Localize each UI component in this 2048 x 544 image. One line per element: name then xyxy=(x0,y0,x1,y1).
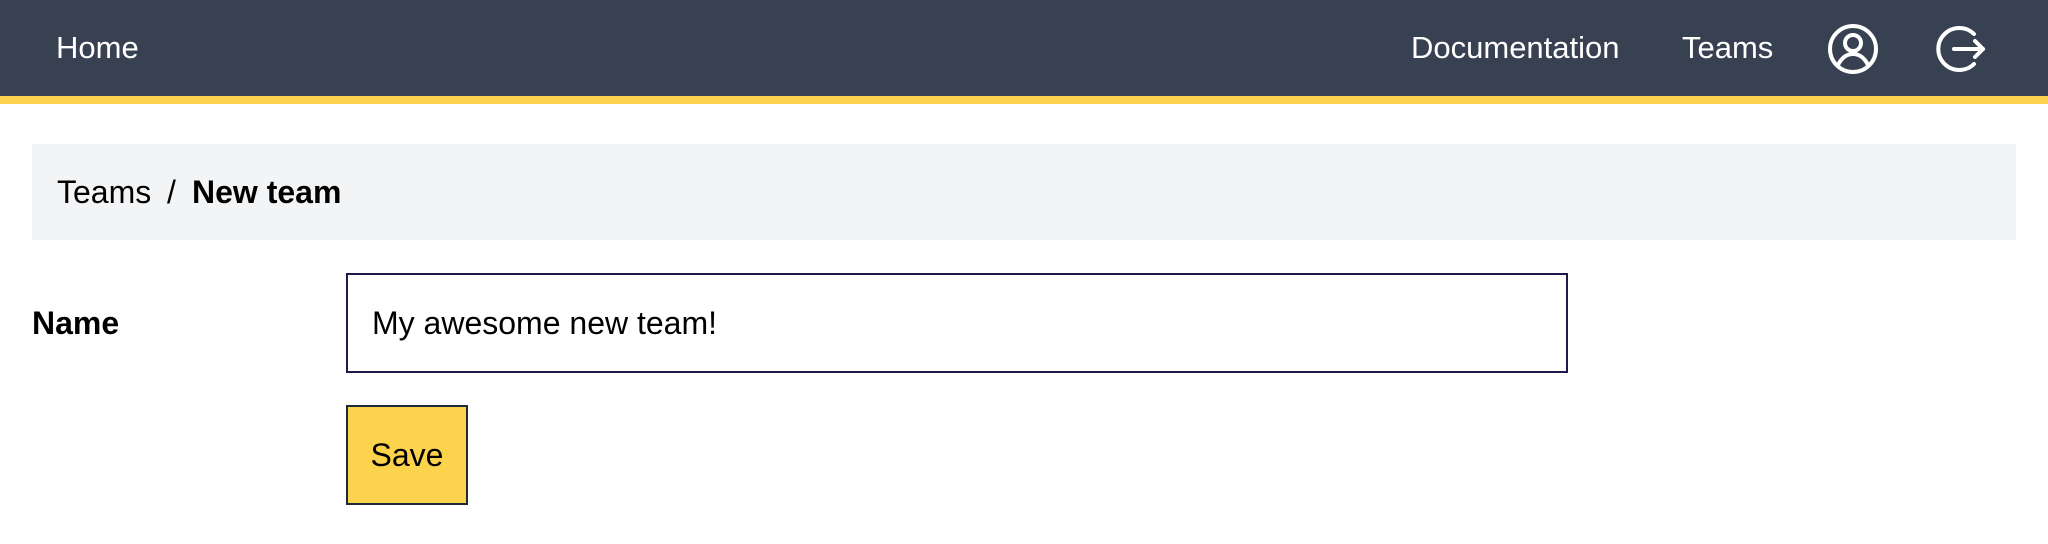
top-navigation-bar: Home Documentation Teams xyxy=(0,0,2048,104)
breadcrumb-current-page: New team xyxy=(192,174,342,210)
save-button[interactable]: Save xyxy=(346,405,468,505)
nav-documentation-link[interactable]: Documentation xyxy=(1411,0,1620,96)
breadcrumb-separator: / xyxy=(167,174,176,210)
breadcrumb-teams-link[interactable]: Teams xyxy=(57,144,151,240)
logout-icon[interactable] xyxy=(1934,22,1988,76)
breadcrumb: Teams / New team xyxy=(32,144,2016,240)
user-circle-icon[interactable] xyxy=(1826,22,1880,76)
nav-home-link[interactable]: Home xyxy=(56,0,139,96)
name-label: Name xyxy=(32,305,120,341)
team-name-input[interactable] xyxy=(346,273,1568,373)
nav-teams-link[interactable]: Teams xyxy=(1682,0,1773,96)
